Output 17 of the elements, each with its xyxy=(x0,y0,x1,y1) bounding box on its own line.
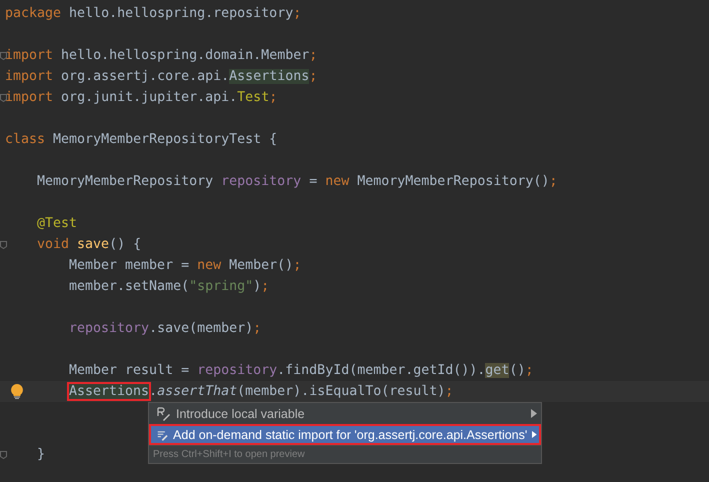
code-line: @Test xyxy=(37,216,78,231)
code-line: import org.junit.jupiter.api.Test; xyxy=(5,90,278,105)
code-line: Assertions.assertThat(member).isEqualTo(result); xyxy=(69,384,454,399)
code-line: member.setName("spring"); xyxy=(69,279,270,294)
code-line: repository.save(member); xyxy=(69,321,262,336)
code-line: void save() { xyxy=(37,237,142,252)
code-line: package hello.hellospring.repository; xyxy=(5,6,302,21)
intention-item[interactable]: Introduce local variable xyxy=(149,403,541,424)
code-line: MemoryMemberRepository repository = new MemoryMemberRepository(); xyxy=(37,174,558,189)
code-line: Member result = repository.findById(member.getId()).get(); xyxy=(69,363,534,378)
code-line: class MemoryMemberRepositoryTest { xyxy=(5,132,278,147)
intention-item[interactable]: Add on-demand static import for 'org.assertj.core.api.Assertions' xyxy=(149,424,541,445)
code-line: import org.assertj.core.api.Assertions; xyxy=(5,69,318,84)
code-line: Member member = new Member(); xyxy=(69,258,302,273)
popup-hint: Press Ctrl+Shift+I to open preview xyxy=(149,445,541,463)
code-line: import hello.hellospring.domain.Member; xyxy=(5,48,318,63)
code-line: } xyxy=(37,447,46,462)
